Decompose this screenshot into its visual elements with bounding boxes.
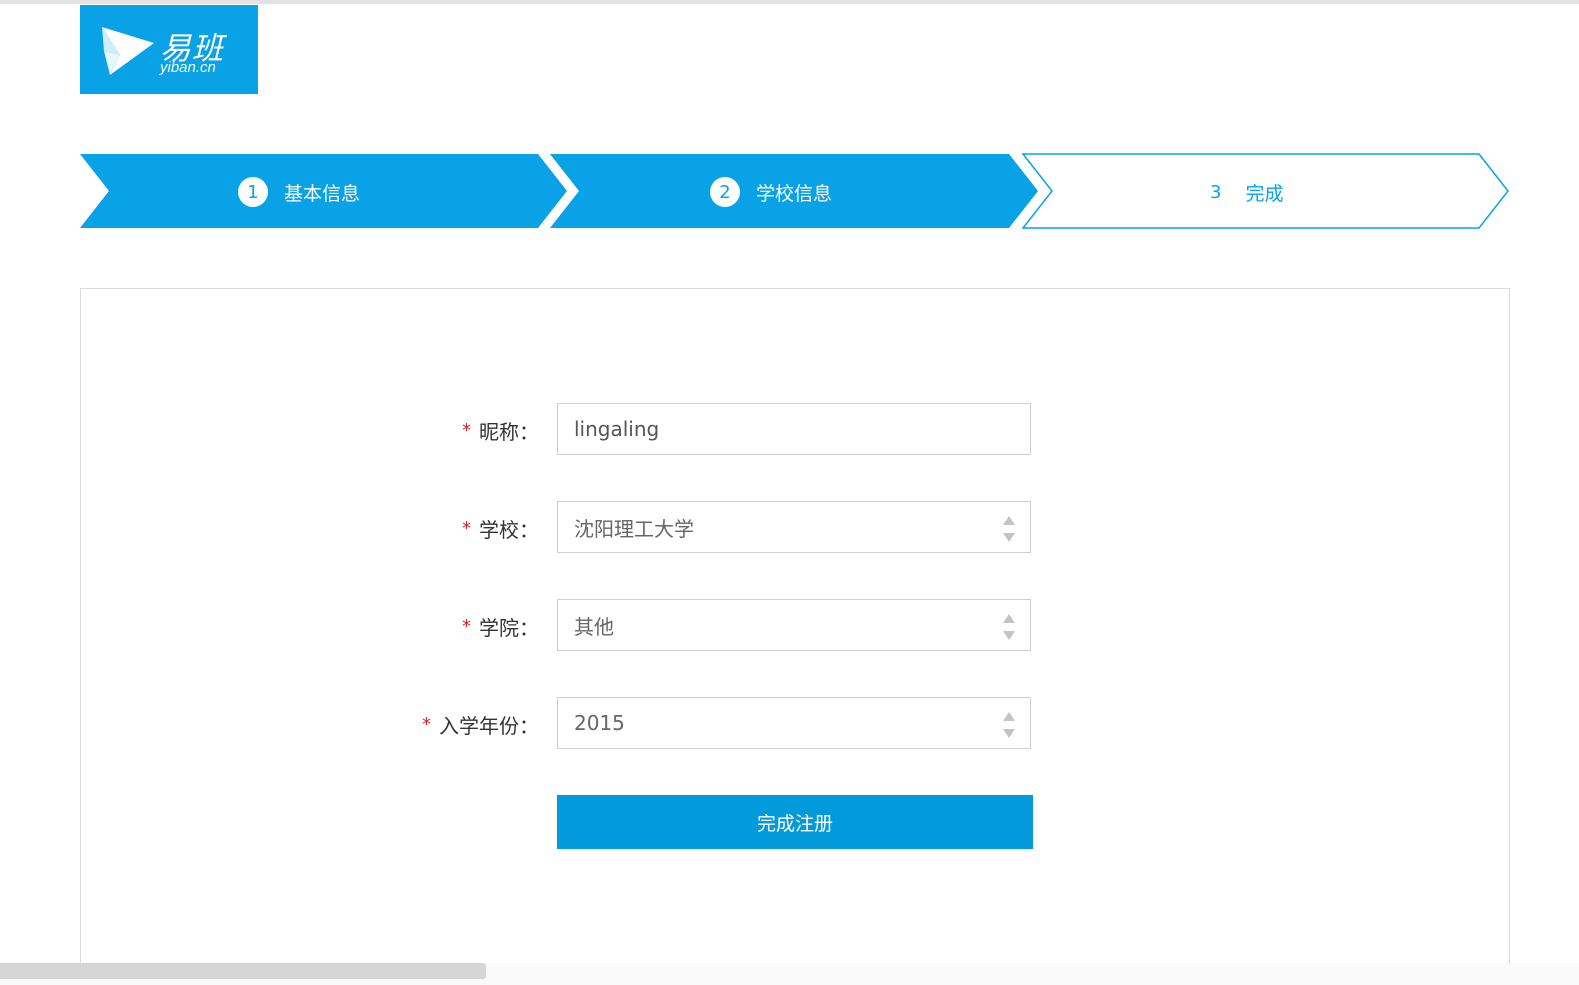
nickname-input[interactable]: lingaling: [557, 403, 1031, 455]
required-mark: *: [462, 419, 471, 441]
enrollment-year-select[interactable]: 2015: [557, 697, 1031, 749]
college-row: * 学院： 其他: [81, 599, 1509, 653]
enrollment-year-value: 2015: [574, 711, 625, 735]
college-value: 其他: [574, 614, 614, 639]
step-1-label: 基本信息: [284, 182, 361, 205]
select-arrows-icon: [1002, 712, 1016, 738]
step-3-label: 完成: [1245, 182, 1284, 205]
enrollment-year-label-text: 入学年份：: [439, 713, 539, 738]
select-arrows-icon: [1002, 614, 1016, 640]
college-label-text: 学院：: [479, 615, 539, 640]
step-2-label: 学校信息: [756, 182, 833, 205]
nickname-label: * 昵称：: [462, 403, 539, 457]
school-select[interactable]: 沈阳理工大学: [557, 501, 1031, 553]
required-mark: *: [422, 713, 431, 735]
select-arrows-icon: [1002, 516, 1016, 542]
step-2: 2 学校信息: [710, 176, 832, 208]
required-mark: *: [462, 517, 471, 539]
step-1-number: 1: [238, 177, 268, 207]
school-label-text: 学校：: [479, 517, 539, 542]
college-select[interactable]: 其他: [557, 599, 1031, 651]
college-label: * 学院：: [462, 599, 539, 653]
step-3: 3 完成: [1210, 176, 1283, 208]
required-mark: *: [462, 615, 471, 637]
enrollment-year-row: * 入学年份： 2015: [81, 697, 1509, 751]
school-label: * 学校：: [462, 501, 539, 555]
step-1: 1 基本信息: [238, 176, 360, 208]
school-value: 沈阳理工大学: [574, 516, 694, 541]
step-3-number: 3: [1210, 181, 1222, 203]
school-info-form-panel: * 昵称： lingaling * 学校： 沈阳理工大学 * 学院： 其他 * …: [80, 288, 1510, 964]
horizontal-scrollbar-thumb[interactable]: [0, 963, 486, 979]
nickname-label-text: 昵称：: [479, 419, 539, 444]
enrollment-year-label: * 入学年份：: [422, 697, 539, 751]
nickname-value: lingaling: [574, 417, 660, 441]
step-2-number: 2: [710, 177, 740, 207]
complete-registration-button[interactable]: 完成注册: [557, 795, 1033, 849]
nickname-row: * 昵称： lingaling: [81, 403, 1509, 457]
school-row: * 学校： 沈阳理工大学: [81, 501, 1509, 555]
